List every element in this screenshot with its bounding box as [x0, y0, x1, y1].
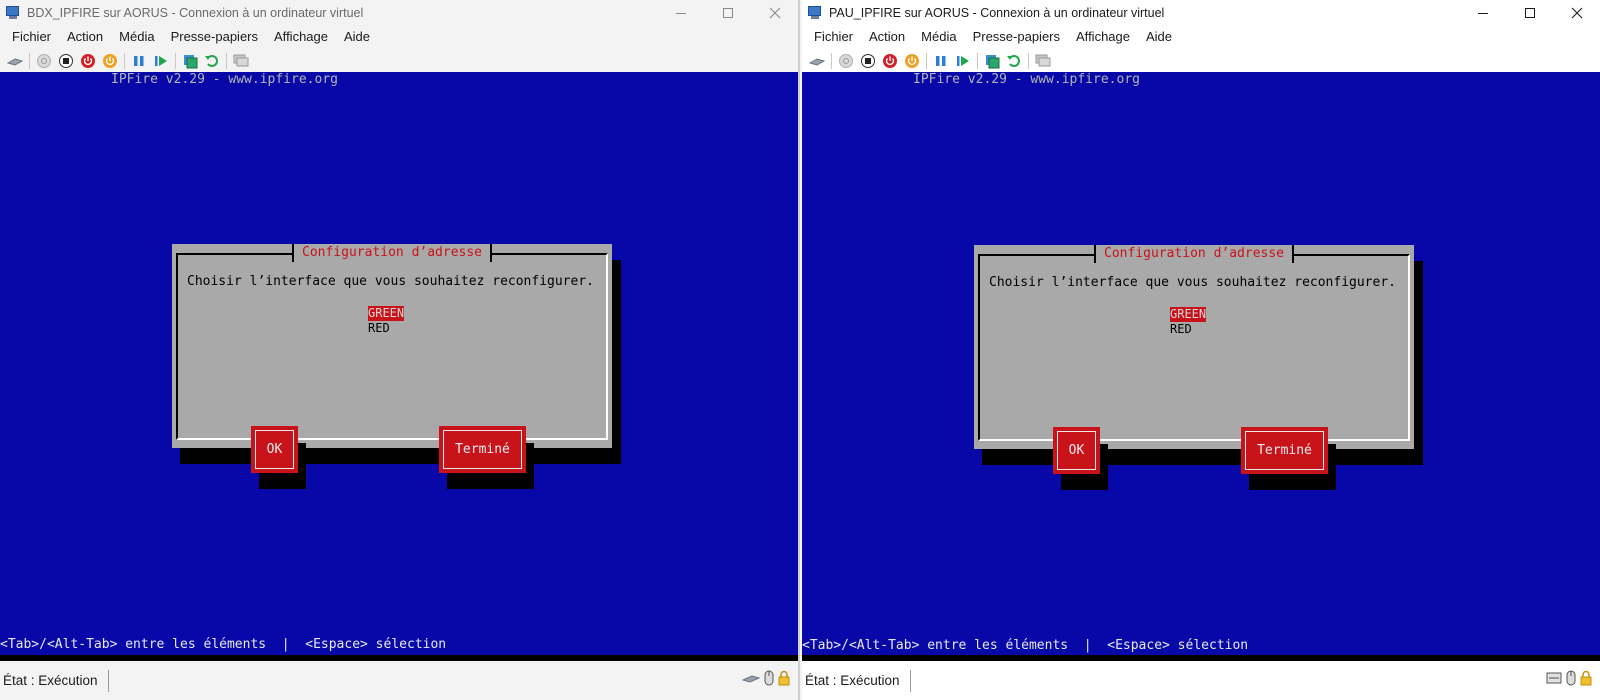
status-bar: État : Exécution: [0, 661, 798, 700]
list-item-red[interactable]: RED: [368, 321, 404, 336]
resume-icon[interactable]: [952, 50, 974, 72]
ctrl-alt-del-icon[interactable]: [4, 50, 26, 72]
vm-console[interactable]: IPFire v2.29 - www.ipfire.org Configurat…: [0, 72, 798, 655]
menu-bar: Fichier Action Média Presse-papiers Affi…: [0, 25, 798, 49]
menu-media[interactable]: Média: [111, 25, 162, 49]
turn-off-icon[interactable]: [857, 50, 879, 72]
menu-action[interactable]: Action: [59, 25, 111, 49]
minimize-button[interactable]: [1459, 0, 1506, 25]
dialog-prompt: Choisir l’interface que vous souhaitez r…: [187, 274, 594, 289]
ok-button-label: OK: [266, 442, 283, 457]
power-icon[interactable]: [99, 50, 121, 72]
toolbar: [802, 49, 1600, 72]
console-banner: IPFire v2.29 - www.ipfire.org: [111, 72, 338, 87]
mouse-icon: [1566, 670, 1576, 691]
menu-aide[interactable]: Aide: [336, 25, 378, 49]
status-bar: État : Exécution: [802, 661, 1600, 700]
dialog-prompt: Choisir l’interface que vous souhaitez r…: [989, 275, 1396, 290]
menu-fichier[interactable]: Fichier: [806, 25, 861, 49]
close-button[interactable]: [1553, 0, 1600, 25]
toolbar-separator: [29, 52, 30, 69]
list-item-green[interactable]: GREEN: [368, 306, 405, 321]
title-bar[interactable]: PAU_IPFIRE sur AORUS - Connexion à un or…: [802, 0, 1600, 25]
maximize-button[interactable]: [1506, 0, 1553, 25]
checkpoint-icon[interactable]: [179, 50, 201, 72]
turn-off-icon[interactable]: [55, 50, 77, 72]
vm-connection-icon: [807, 5, 823, 20]
vm-status: État : Exécution: [802, 669, 911, 692]
lock-icon: [1580, 670, 1592, 691]
menu-action[interactable]: Action: [861, 25, 913, 49]
ok-button[interactable]: OK: [251, 426, 298, 473]
window-title: BDX_IPFIRE sur AORUS - Connexion à un or…: [27, 5, 364, 20]
console-banner: IPFire v2.29 - www.ipfire.org: [913, 72, 1140, 87]
start-icon[interactable]: [33, 50, 55, 72]
start-icon[interactable]: [835, 50, 857, 72]
interface-list: GREEN RED: [368, 306, 405, 336]
vm-window-pau: PAU_IPFIRE sur AORUS - Connexion à un or…: [802, 0, 1600, 700]
console-key-hint: <Tab>/<Alt-Tab> entre les éléments | <Es…: [0, 637, 447, 652]
power-icon[interactable]: [901, 50, 923, 72]
ok-button-label: OK: [1068, 443, 1085, 458]
menu-affichage[interactable]: Affichage: [1068, 25, 1138, 49]
done-button-label: Terminé: [1257, 443, 1312, 458]
list-item-green[interactable]: GREEN: [1170, 307, 1207, 322]
address-config-dialog: Configuration d’adresse Choisir l’interf…: [172, 244, 612, 489]
toolbar-separator: [977, 52, 978, 69]
enhanced-session-icon[interactable]: [230, 50, 252, 72]
revert-icon[interactable]: [201, 50, 223, 72]
toolbar-separator: [926, 52, 927, 69]
toolbar-separator: [124, 52, 125, 69]
pause-icon[interactable]: [128, 50, 150, 72]
close-button[interactable]: [751, 0, 798, 25]
list-item-red[interactable]: RED: [1170, 322, 1206, 337]
toolbar-separator: [1028, 52, 1029, 69]
toolbar-separator: [175, 52, 176, 69]
menu-bar: Fichier Action Média Presse-papiers Affi…: [802, 25, 1600, 49]
toolbar-separator: [226, 52, 227, 69]
pause-icon[interactable]: [930, 50, 952, 72]
menu-media[interactable]: Média: [913, 25, 964, 49]
vm-window-bdx: BDX_IPFIRE sur AORUS - Connexion à un or…: [0, 0, 800, 700]
vm-connection-icon: [5, 5, 21, 20]
console-key-hint: <Tab>/<Alt-Tab> entre les éléments | <Es…: [802, 638, 1249, 653]
done-button-label: Terminé: [455, 442, 510, 457]
minimize-button[interactable]: [657, 0, 704, 25]
enhanced-session-status-icon: [1546, 671, 1562, 690]
ok-button[interactable]: OK: [1053, 427, 1100, 474]
toolbar-separator: [831, 52, 832, 69]
mouse-icon: [764, 670, 774, 691]
menu-aide[interactable]: Aide: [1138, 25, 1180, 49]
maximize-button[interactable]: [704, 0, 751, 25]
ctrl-alt-del-icon[interactable]: [806, 50, 828, 72]
revert-icon[interactable]: [1003, 50, 1025, 72]
done-button[interactable]: Terminé: [1241, 427, 1328, 474]
window-title: PAU_IPFIRE sur AORUS - Connexion à un or…: [829, 5, 1165, 20]
done-button[interactable]: Terminé: [439, 426, 526, 473]
interface-list: GREEN RED: [1170, 307, 1207, 337]
menu-affichage[interactable]: Affichage: [266, 25, 336, 49]
enhanced-session-icon[interactable]: [1032, 50, 1054, 72]
shutdown-icon[interactable]: [879, 50, 901, 72]
title-bar[interactable]: BDX_IPFIRE sur AORUS - Connexion à un or…: [0, 0, 798, 25]
menu-fichier[interactable]: Fichier: [4, 25, 59, 49]
lock-icon: [778, 670, 790, 691]
toolbar: [0, 49, 798, 72]
shutdown-icon[interactable]: [77, 50, 99, 72]
address-config-dialog: Configuration d’adresse Choisir l’interf…: [974, 245, 1414, 490]
menu-presse-papiers[interactable]: Presse-papiers: [163, 25, 266, 49]
checkpoint-icon[interactable]: [981, 50, 1003, 72]
dialog-title: Configuration d’adresse: [1093, 245, 1295, 263]
resume-icon[interactable]: [150, 50, 172, 72]
menu-presse-papiers[interactable]: Presse-papiers: [965, 25, 1068, 49]
dialog-title: Configuration d’adresse: [291, 244, 493, 262]
keyboard-icon: [741, 671, 761, 690]
vm-status: État : Exécution: [0, 669, 109, 692]
vm-console[interactable]: IPFire v2.29 - www.ipfire.org Configurat…: [802, 72, 1600, 655]
